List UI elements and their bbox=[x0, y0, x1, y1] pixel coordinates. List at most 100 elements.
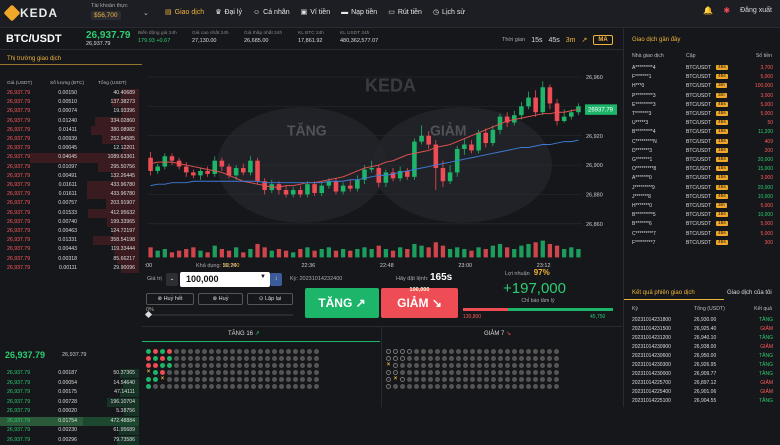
bead bbox=[265, 349, 270, 354]
volume-bar bbox=[333, 250, 339, 258]
candle-body bbox=[547, 87, 553, 104]
tf-45s[interactable]: 45s bbox=[548, 37, 559, 44]
bell-icon[interactable]: 🔔 bbox=[703, 6, 713, 15]
row-total: 5.38756 bbox=[116, 408, 135, 414]
indicator-icon[interactable]: ↗ bbox=[582, 36, 588, 44]
tab-down-count[interactable]: GIẢM 7 ↘ bbox=[484, 330, 511, 337]
bead bbox=[265, 370, 270, 375]
ask-row[interactable]: 26,937.79 0.01611 433.96780 bbox=[0, 190, 139, 200]
result-period: 20231014225700 bbox=[632, 380, 671, 386]
volume-bar bbox=[269, 250, 274, 258]
bid-row[interactable]: 26,937.79 0.00728 196.10704 bbox=[0, 397, 139, 407]
bead bbox=[435, 377, 440, 382]
ask-row[interactable]: 26,937.79 0.00510 137.38273 bbox=[0, 98, 139, 108]
cancel-all-button[interactable]: ⊗ Huỷ hết bbox=[146, 293, 194, 305]
sell-down-button[interactable]: 100,000 GIẢM ↘ bbox=[381, 287, 458, 318]
row-price: 26,937.79 bbox=[7, 108, 31, 115]
col-pair: Cặp bbox=[686, 53, 696, 59]
ask-row[interactable]: 26,937.79 0.00111 29.90096 bbox=[0, 263, 139, 273]
ma-toggle[interactable]: MA bbox=[593, 35, 613, 45]
logout-link[interactable]: Đăng xuất bbox=[740, 7, 772, 14]
candle-body bbox=[561, 116, 567, 122]
tab-session-results[interactable]: Kết quả phiên giao dịch bbox=[632, 290, 695, 296]
bead bbox=[244, 363, 249, 368]
wallet-icon: ▣ bbox=[300, 9, 308, 16]
nav-withdraw[interactable]: ▭ Rút tiền bbox=[385, 7, 425, 17]
bead bbox=[393, 384, 398, 389]
flag-icon[interactable]: ✱ bbox=[723, 6, 730, 15]
result-close: 26,909.77 bbox=[694, 371, 717, 377]
result-period: 20231014225100 bbox=[632, 398, 671, 404]
bead bbox=[512, 370, 517, 375]
tab-up-count[interactable]: TĂNG 16 ↗ bbox=[228, 330, 260, 337]
ask-row[interactable]: 26,937.79 0.00443 119.33444 bbox=[0, 245, 139, 255]
ask-row[interactable]: 26,937.79 0.01331 358.54198 bbox=[0, 236, 139, 246]
bead bbox=[554, 384, 559, 389]
row-price: 26,937.79 bbox=[7, 209, 31, 216]
col-close: Tổng (USDT) bbox=[694, 306, 725, 312]
ask-row[interactable]: 26,937.79 0.00318 85.66217 bbox=[0, 254, 139, 264]
bid-row[interactable]: 26,937.79 0.00175 47.14111 bbox=[0, 388, 139, 398]
bead bbox=[547, 356, 552, 361]
bead bbox=[428, 370, 433, 375]
bid-row[interactable]: 26,937.79 0.00054 14.54640 bbox=[0, 378, 139, 388]
ask-row[interactable]: 26,937.79 0.00757 203.91907 bbox=[0, 199, 139, 209]
volume-bar bbox=[483, 249, 488, 258]
cancel-button[interactable]: ⊗ Huỷ bbox=[198, 293, 243, 305]
current-price-sub: 26,937.79 bbox=[86, 41, 111, 47]
trade-amount: 100,000 bbox=[754, 83, 773, 90]
ask-row[interactable]: 26,937.79 0.00074 19.93396 bbox=[0, 107, 139, 117]
ask-row[interactable]: 26,937.79 0.00740 199.33965 bbox=[0, 217, 139, 227]
bid-row[interactable]: 26,937.79 0.01754 472.48884 bbox=[0, 416, 139, 426]
bead bbox=[216, 370, 221, 375]
tf-3m[interactable]: 3m bbox=[566, 37, 576, 44]
ask-row[interactable]: 26,937.79 0.00150 40.40689 bbox=[0, 89, 139, 99]
nav-history[interactable]: ◷ Lịch sử bbox=[430, 7, 468, 17]
keda-logo[interactable]: KEDA bbox=[3, 4, 58, 22]
repeat-button[interactable]: ⊙ Lặp lại bbox=[247, 293, 293, 305]
ask-row[interactable]: 26,937.79 0.01411 380.08982 bbox=[0, 125, 139, 135]
bid-row[interactable]: 26,937.79 0.00296 79.73586 bbox=[0, 435, 139, 445]
bid-row[interactable]: 26,937.79 0.00020 5.38756 bbox=[0, 407, 139, 417]
nav-deposit[interactable]: ▬ Nạp tiền bbox=[338, 7, 380, 17]
amount-slider[interactable] bbox=[144, 310, 293, 319]
ask-row[interactable]: 26,937.79 0.00045 12.12201 bbox=[0, 144, 139, 154]
amount-input[interactable]: 100,000 ▼ bbox=[180, 272, 270, 287]
volume-bar bbox=[241, 252, 246, 258]
ask-row[interactable]: 26,937.79 0.00939 252.94585 bbox=[0, 135, 139, 145]
amount-info-button[interactable]: ↕ bbox=[270, 273, 282, 286]
trade-timeframe-badge: 45s bbox=[716, 157, 728, 162]
nav-profile[interactable]: ☺ Cá nhân bbox=[250, 7, 293, 17]
volume-bar bbox=[533, 242, 538, 258]
amount-minus-button[interactable]: - bbox=[166, 273, 178, 286]
bid-row[interactable]: 26,937.79 0.00187 50.37365 bbox=[0, 369, 139, 379]
row-qty: 0.00318 bbox=[58, 255, 77, 262]
bead bbox=[223, 363, 228, 368]
bid-row[interactable]: 26,937.79 0.00230 61.95689 bbox=[0, 426, 139, 436]
result-close: 26,925.40 bbox=[694, 326, 717, 332]
bead bbox=[442, 384, 447, 389]
pair-name[interactable]: BTC/USDT bbox=[6, 33, 62, 45]
bead bbox=[195, 370, 200, 375]
ask-row[interactable]: 26,937.79 0.00491 132.26445 bbox=[0, 171, 139, 181]
account-selector[interactable]: Tài khoản thực $56,700 ⌄ bbox=[91, 3, 151, 23]
ask-row[interactable]: 26,937.79 0.04045 1089.63361 bbox=[0, 153, 139, 163]
row-price: 26,937.79 bbox=[7, 191, 31, 198]
ask-row[interactable]: 26,937.79 0.00463 124.72197 bbox=[0, 227, 139, 237]
result-outcome: TĂNG bbox=[759, 335, 773, 341]
tf-15s[interactable]: 15s bbox=[531, 37, 542, 44]
nav-wallet[interactable]: ▣ Ví tiền bbox=[298, 7, 333, 17]
bead bbox=[533, 349, 538, 354]
volume-bar bbox=[469, 250, 474, 258]
ask-row[interactable]: 26,937.79 0.01533 412.95632 bbox=[0, 208, 139, 218]
tab-my-trades[interactable]: Giao dịch của tôi bbox=[727, 290, 772, 296]
trade-timeframe-badge: 15s bbox=[716, 129, 728, 135]
nav-trade[interactable]: ▤ Giao dịch bbox=[162, 7, 207, 17]
price-chart[interactable]: KEDA TĂNG GIẢM 26,96026,94026,92026,9002… bbox=[142, 60, 622, 270]
buy-up-button[interactable]: TĂNG ↗ bbox=[305, 288, 379, 318]
ask-row[interactable]: 26,937.79 0.01240 334.02860 bbox=[0, 116, 139, 126]
ask-row[interactable]: 26,937.79 0.01611 433.96780 bbox=[0, 181, 139, 191]
nav-agent[interactable]: ♛ Đại lý bbox=[212, 7, 245, 17]
bead bbox=[314, 370, 319, 375]
ask-row[interactable]: 26,937.79 0.01097 295.50756 bbox=[0, 162, 139, 172]
